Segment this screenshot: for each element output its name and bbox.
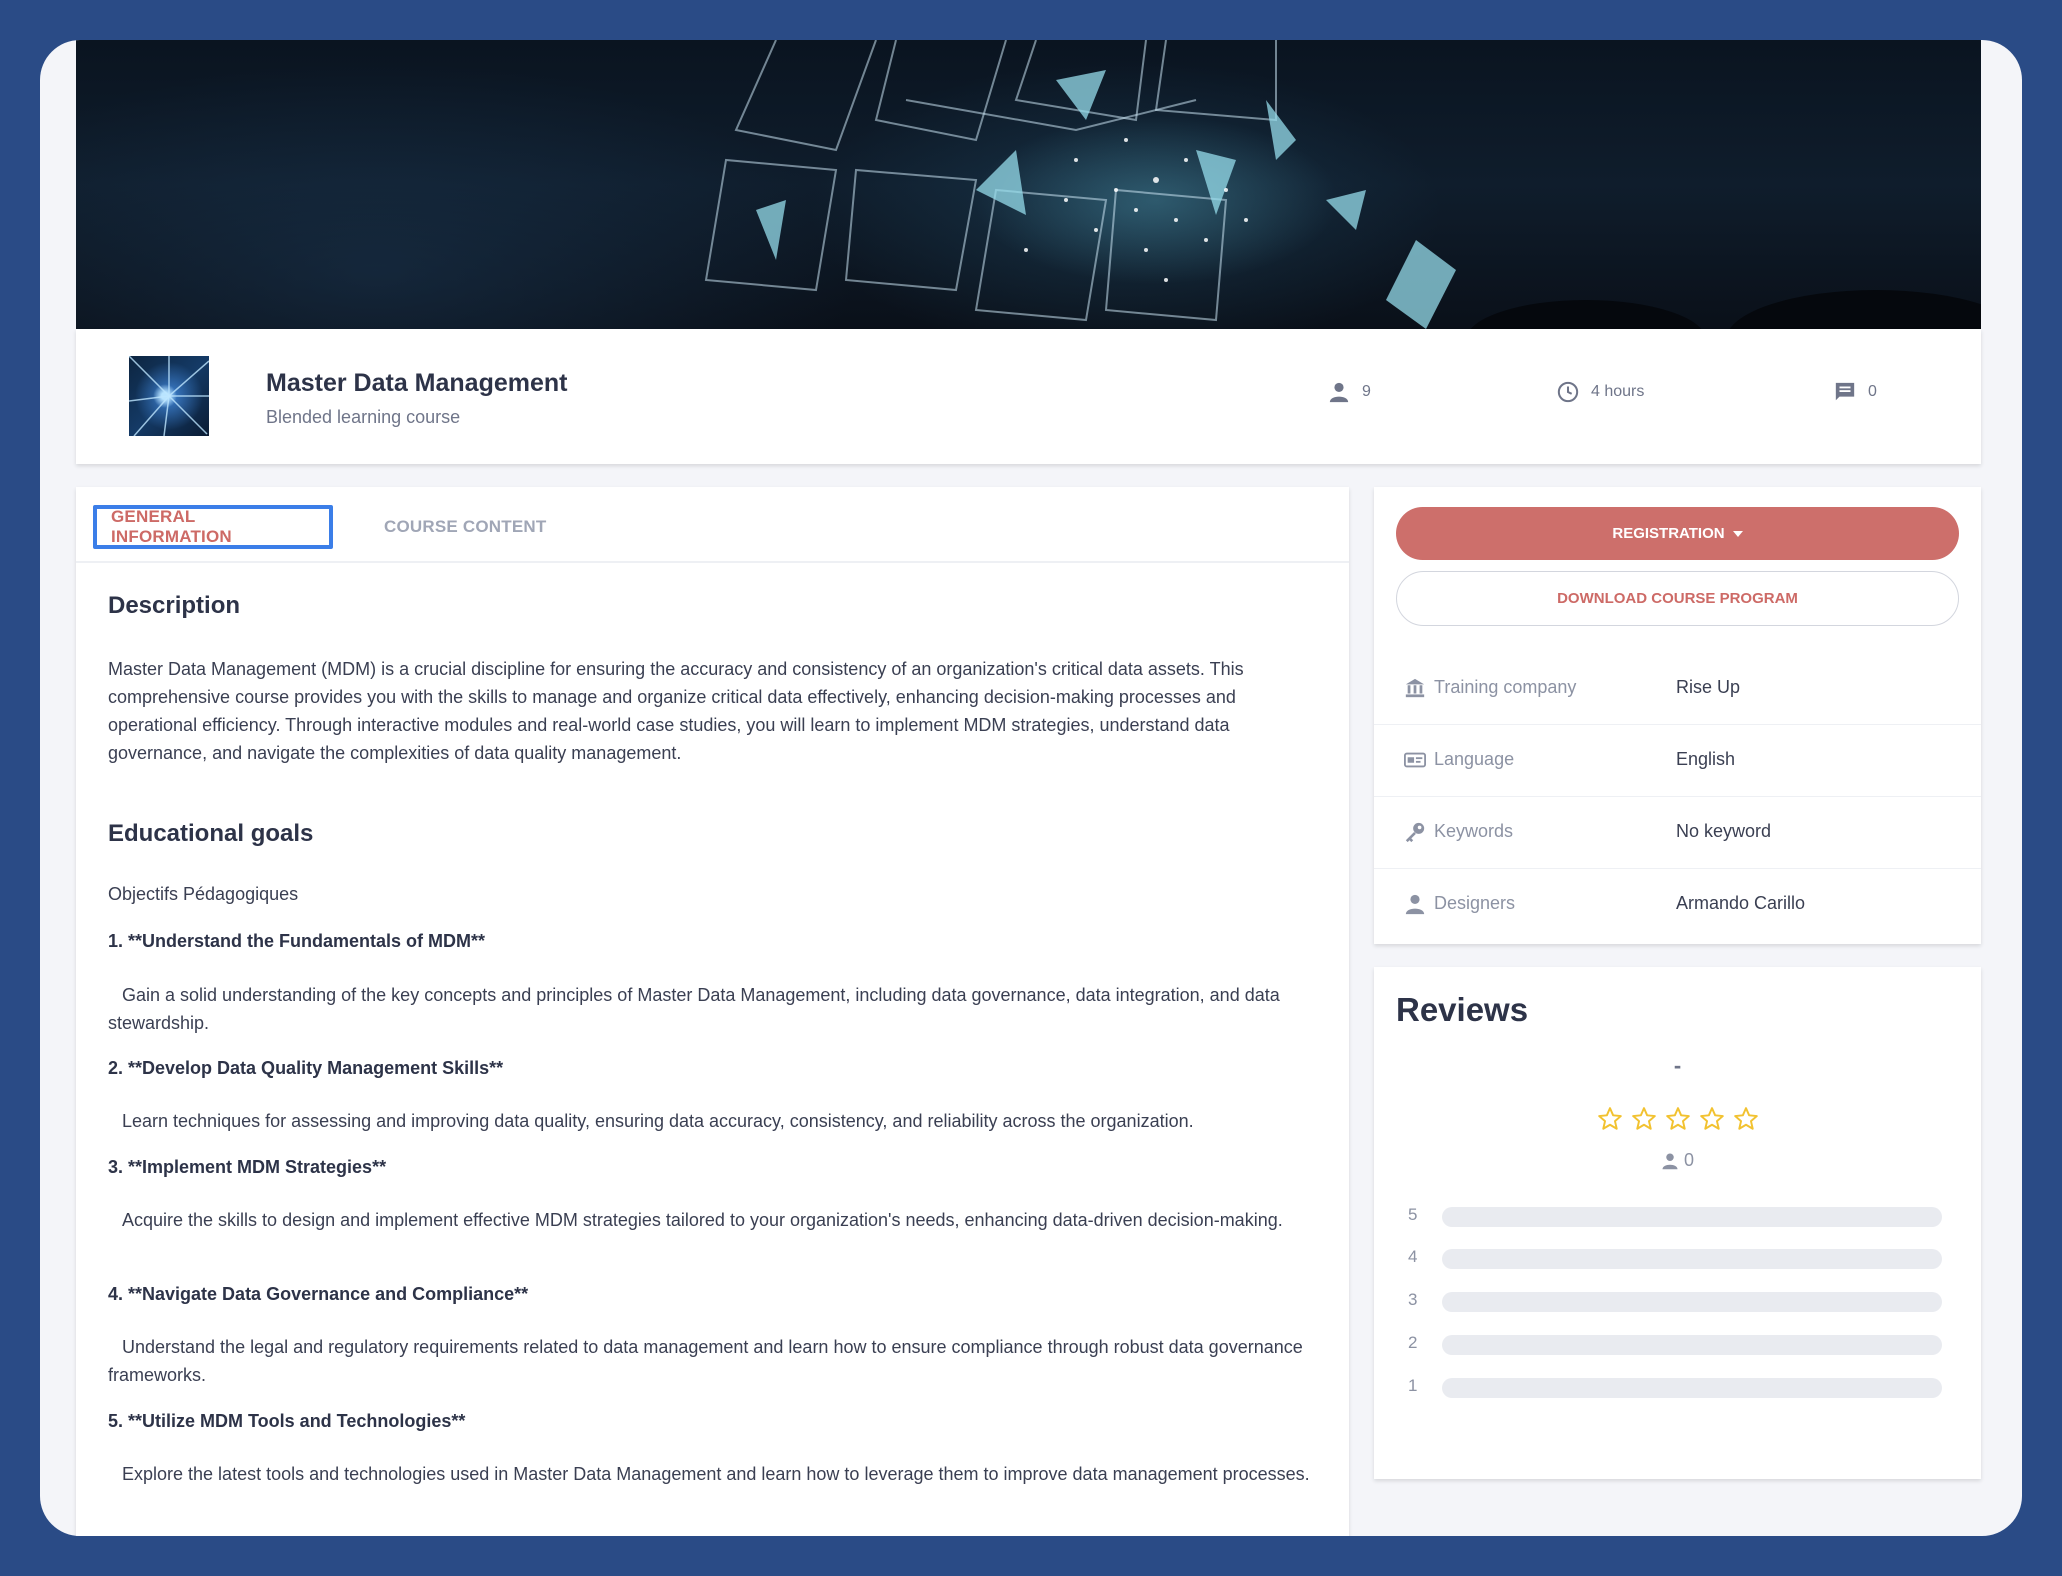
info-label: Language — [1434, 749, 1515, 769]
app-frame: Master Data Management Blended learning … — [40, 40, 2022, 1536]
comments-stat: 0 — [1834, 381, 1877, 403]
course-details-panel: GENERAL INFORMATION COURSE CONTENT Descr… — [76, 487, 1349, 1536]
star-outline-icon — [1597, 1107, 1622, 1130]
star-outline-icon — [1699, 1107, 1724, 1130]
goal-title: 5. **Utilize MDM Tools and Technologies*… — [108, 1411, 466, 1431]
course-thumbnail — [129, 356, 209, 436]
star-outline-icon — [1733, 1107, 1758, 1130]
reviews-count: 0 — [1374, 1150, 1981, 1171]
goal-text: Learn techniques for assessing and impro… — [122, 1111, 1194, 1131]
comments-count: 0 — [1868, 383, 1877, 400]
user-icon — [1329, 382, 1349, 403]
rating-bar-row: 3 — [1408, 1290, 1948, 1312]
description-heading: Description — [108, 592, 241, 619]
info-row-training-company: Training company Rise Up — [1374, 653, 1981, 725]
goal-title: 2. **Develop Data Quality Management Ski… — [108, 1058, 504, 1078]
rating-bar-row: 5 — [1408, 1205, 1948, 1227]
info-row-keywords: Keywords No keyword — [1374, 797, 1981, 869]
rating-bar-row: 4 — [1408, 1247, 1948, 1269]
tab-general-information[interactable]: GENERAL INFORMATION — [93, 505, 333, 549]
goal-text: Explore the latest tools and technologie… — [122, 1464, 1310, 1484]
goal-text: Acquire the skills to design and impleme… — [122, 1210, 1283, 1230]
info-value: Rise Up — [1676, 677, 1741, 697]
description-text: Master Data Management (MDM) is a crucia… — [108, 659, 1244, 763]
registration-button[interactable]: REGISTRATION — [1396, 507, 1959, 560]
info-label: Keywords — [1434, 821, 1514, 841]
info-label: Designers — [1434, 893, 1516, 913]
user-icon — [1662, 1153, 1678, 1169]
info-value: No keyword — [1676, 821, 1772, 841]
rating-bar — [1442, 1207, 1942, 1227]
info-row-designers: Designers Armando Carillo — [1374, 869, 1981, 941]
rating-level: 2 — [1408, 1333, 1418, 1352]
rating-level: 5 — [1408, 1205, 1418, 1224]
rating-bar — [1442, 1249, 1942, 1269]
course-header-card: Master Data Management Blended learning … — [76, 329, 1981, 464]
id-card-icon — [1404, 752, 1426, 768]
goal-title: 4. **Navigate Data Governance and Compli… — [108, 1284, 529, 1304]
clock-icon — [1557, 381, 1579, 403]
star-outline-icon — [1631, 1107, 1656, 1130]
info-value: Armando Carillo — [1676, 893, 1806, 913]
bank-icon — [1405, 678, 1425, 698]
rating-bar-row: 1 — [1408, 1376, 1948, 1398]
rating-bar — [1442, 1292, 1942, 1312]
tab-course-content[interactable]: COURSE CONTENT — [370, 505, 560, 549]
course-title: Master Data Management — [266, 369, 568, 397]
user-icon — [1405, 894, 1425, 915]
rating-level: 1 — [1408, 1376, 1418, 1395]
course-banner-image — [76, 40, 1981, 329]
course-sidebar-panel: REGISTRATION DOWNLOAD COURSE PROGRAM Tra… — [1374, 487, 1981, 944]
rating-bar — [1442, 1378, 1942, 1398]
key-icon — [1405, 822, 1425, 843]
educational-goals-heading: Educational goals — [108, 820, 314, 847]
reviews-count-value: 0 — [1683, 1150, 1694, 1170]
comment-icon — [1835, 382, 1855, 401]
goal-title: 1. **Understand the Fundamentals of MDM*… — [108, 931, 486, 951]
goal-text: Gain a solid understanding of the key co… — [108, 985, 1280, 1033]
info-label: Training company — [1434, 677, 1577, 697]
caret-down-icon — [1732, 530, 1743, 537]
course-type: Blended learning course — [266, 407, 461, 427]
goals-intro: Objectifs Pédagogiques — [108, 884, 299, 904]
star-outline-icon — [1665, 1107, 1690, 1130]
average-rating: - — [1673, 1053, 1682, 1078]
registration-label: REGISTRATION — [1612, 525, 1725, 542]
reviews-heading: Reviews — [1396, 991, 1529, 1028]
info-row-language: Language English — [1374, 725, 1981, 797]
duration-value: 4 hours — [1591, 383, 1645, 400]
tab-bar: GENERAL INFORMATION COURSE CONTENT — [76, 487, 1349, 563]
download-course-program-button[interactable]: DOWNLOAD COURSE PROGRAM — [1396, 571, 1959, 626]
duration-stat: 4 hours — [1557, 381, 1644, 403]
participants-stat: 9 — [1328, 381, 1371, 403]
rating-bar-row: 2 — [1408, 1333, 1948, 1355]
goal-title: 3. **Implement MDM Strategies** — [108, 1157, 387, 1177]
rating-level: 3 — [1408, 1290, 1418, 1309]
rating-level: 4 — [1408, 1247, 1418, 1266]
participants-count: 9 — [1362, 383, 1371, 400]
reviews-panel: Reviews - 0 5 4 3 2 1 — [1374, 967, 1981, 1479]
rating-bar — [1442, 1335, 1942, 1355]
goal-text: Understand the legal and regulatory requ… — [108, 1337, 1303, 1385]
info-value: English — [1676, 749, 1736, 769]
rating-stars — [1374, 1106, 1981, 1132]
